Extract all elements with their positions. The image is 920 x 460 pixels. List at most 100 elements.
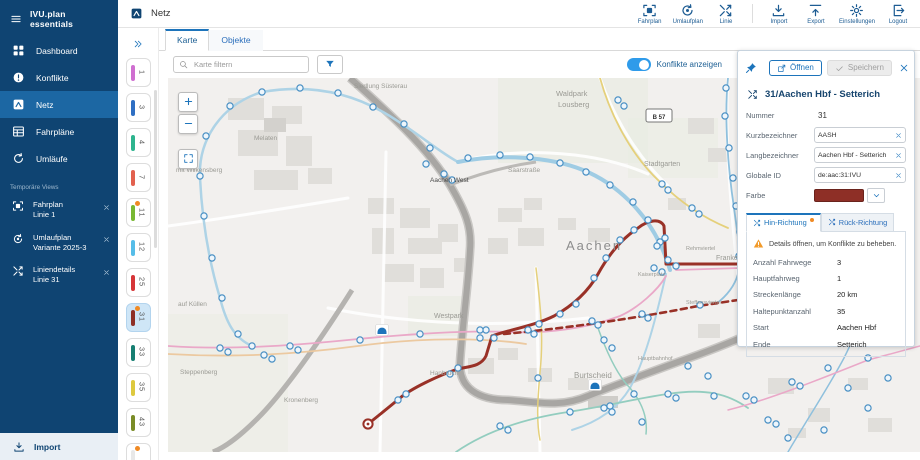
stop-marker[interactable] — [248, 342, 256, 350]
stop-marker[interactable] — [672, 394, 680, 402]
stop-marker[interactable] — [608, 408, 616, 416]
search-input[interactable] — [192, 59, 303, 70]
stop-marker[interactable] — [426, 144, 434, 152]
stop-marker[interactable] — [260, 351, 268, 359]
stop-marker[interactable] — [788, 378, 796, 386]
line-chip-25[interactable]: 25 — [125, 268, 151, 297]
line-chip-4[interactable]: 4 — [125, 128, 151, 157]
stop-marker[interactable] — [530, 330, 538, 338]
menu-icon[interactable] — [10, 13, 22, 25]
stop-marker[interactable] — [526, 153, 534, 161]
stop-marker[interactable] — [224, 348, 232, 356]
close-temp-view-icon[interactable] — [103, 236, 110, 243]
stop-marker[interactable] — [704, 372, 712, 380]
stop-marker[interactable] — [650, 264, 658, 272]
line-chip-33[interactable]: 33 — [125, 338, 151, 367]
stop-marker[interactable] — [844, 384, 852, 392]
stop-marker[interactable] — [556, 310, 564, 318]
stop-marker[interactable] — [661, 234, 669, 242]
zoom-in-button[interactable] — [178, 92, 198, 112]
color-dropdown[interactable] — [867, 187, 885, 203]
fit-view-button[interactable] — [178, 149, 198, 169]
stop-marker[interactable] — [226, 102, 234, 110]
sidebar-item-dashboard[interactable]: Dashboard — [0, 37, 118, 64]
stop-marker[interactable] — [864, 404, 872, 412]
stop-marker[interactable] — [394, 396, 402, 404]
stop-marker[interactable] — [600, 336, 608, 344]
save-button[interactable]: Speichern — [826, 60, 892, 76]
stop-marker[interactable] — [644, 216, 652, 224]
stop-marker[interactable] — [208, 254, 216, 262]
stop-marker[interactable] — [764, 416, 772, 424]
stop-marker[interactable] — [824, 364, 832, 372]
stop-marker[interactable] — [784, 434, 792, 442]
close-temp-view-icon[interactable] — [103, 269, 110, 276]
tab-objekte[interactable]: Objekte — [209, 30, 263, 51]
konflikte-toggle[interactable] — [626, 58, 651, 71]
stop-marker[interactable] — [490, 334, 498, 342]
line-chip-3[interactable]: 3 — [125, 93, 151, 122]
close-panel-button[interactable] — [897, 57, 911, 79]
stop-marker[interactable] — [606, 181, 614, 189]
stop-marker[interactable] — [296, 84, 304, 92]
clear-field-icon[interactable] — [895, 172, 902, 179]
close-icon[interactable] — [899, 63, 909, 73]
line-chip-31[interactable]: 31 — [125, 303, 151, 332]
stop-marker[interactable] — [721, 112, 729, 120]
stop-marker[interactable] — [772, 420, 780, 428]
tab-rueck-richtung[interactable]: Rück-Richtung — [820, 213, 895, 233]
stop-marker[interactable] — [566, 408, 574, 416]
action-import[interactable]: Import — [765, 3, 793, 25]
stop-marker[interactable] — [268, 355, 276, 363]
stop-marker[interactable] — [594, 321, 602, 329]
action-umlaufplan[interactable]: Umlaufplan — [673, 3, 703, 25]
close-temp-view-icon[interactable] — [103, 204, 110, 211]
stop-marker[interactable] — [884, 374, 892, 382]
filter-button[interactable] — [317, 55, 343, 74]
stop-marker[interactable] — [722, 84, 730, 92]
line-chip-7[interactable]: 7 — [125, 163, 151, 192]
stop-marker[interactable] — [496, 151, 504, 159]
temp-view-fahrplan-linie-1[interactable]: Fahrplan Linie 1 — [0, 194, 118, 227]
stop-marker[interactable] — [534, 374, 542, 382]
stop-marker[interactable] — [476, 326, 484, 334]
stop-marker[interactable] — [524, 326, 532, 334]
line-chip-11[interactable]: 11 — [125, 198, 151, 227]
stop-marker[interactable] — [294, 346, 302, 354]
clear-field-icon[interactable] — [895, 152, 902, 159]
sidebar-import-button[interactable]: Import — [0, 433, 118, 460]
line-chip-35[interactable]: 35 — [125, 373, 151, 402]
sidebar-item-konflikte[interactable]: Konflikte — [0, 64, 118, 91]
stop-marker[interactable] — [658, 180, 666, 188]
stop-marker[interactable] — [638, 310, 646, 318]
stop-marker[interactable] — [202, 132, 210, 140]
stop-marker[interactable] — [464, 154, 472, 162]
stop-marker[interactable] — [688, 204, 696, 212]
stop-marker[interactable] — [572, 300, 580, 308]
stop-marker[interactable] — [653, 242, 661, 250]
stop-marker[interactable] — [590, 274, 598, 282]
zoom-out-button[interactable] — [178, 114, 198, 134]
stop-marker[interactable] — [286, 342, 294, 350]
color-swatch[interactable] — [814, 188, 864, 202]
clear-field-icon[interactable] — [895, 132, 902, 139]
line-chip-12[interactable]: 12 — [125, 233, 151, 262]
action-linie[interactable]: Linie — [712, 3, 740, 25]
stop-marker[interactable] — [684, 362, 692, 370]
stop-marker[interactable] — [729, 174, 737, 182]
sidebar-item-fahrplaene[interactable]: Fahrpläne — [0, 118, 118, 145]
stop-marker[interactable] — [606, 402, 614, 410]
temp-view-liniendetails-linie-31[interactable]: Liniendetails Linie 31 — [0, 259, 118, 292]
hamburger-menu[interactable] — [10, 10, 22, 28]
action-logout[interactable]: Logout — [884, 3, 912, 25]
tab-karte[interactable]: Karte — [165, 29, 210, 51]
stop-marker[interactable] — [356, 336, 364, 344]
action-einstellungen[interactable]: Einstellungen — [839, 3, 875, 25]
field-input-globale-id[interactable]: de:aac:31:IVU — [814, 167, 906, 184]
action-fahrplan[interactable]: Fahrplan — [636, 3, 664, 25]
stop-marker[interactable] — [644, 314, 652, 322]
stop-marker[interactable] — [664, 256, 672, 264]
stop-marker[interactable] — [638, 418, 646, 426]
stop-marker[interactable] — [476, 334, 484, 342]
stop-marker[interactable] — [504, 426, 512, 434]
